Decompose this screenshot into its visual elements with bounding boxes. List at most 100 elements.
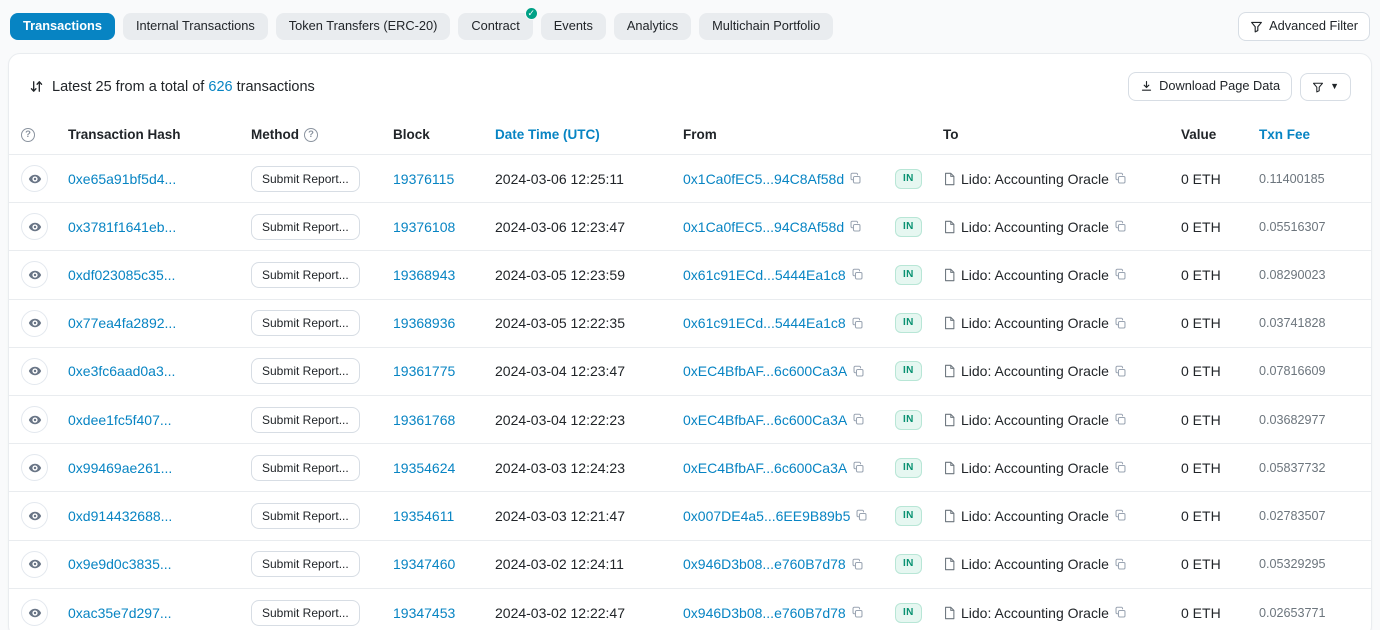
- tab-analytics[interactable]: Analytics: [614, 13, 691, 40]
- value-amount: 0 ETH: [1181, 508, 1221, 524]
- direction-in-badge: IN: [895, 506, 922, 526]
- from-address-link[interactable]: 0x946D3b08...e760B7d78: [683, 556, 846, 572]
- datetime-value: 2024-03-02 12:24:11: [495, 556, 624, 572]
- transaction-hash-link[interactable]: 0xdf023085c35...: [68, 267, 175, 283]
- preview-transaction-button[interactable]: [21, 551, 48, 578]
- to-contract-name[interactable]: Lido: Accounting Oracle: [961, 315, 1109, 331]
- copy-to-address-icon[interactable]: [1114, 220, 1127, 233]
- from-address-link[interactable]: 0x007DE4a5...6EE9B89b5: [683, 508, 850, 524]
- from-address-link[interactable]: 0xEC4BfbAF...6c600Ca3A: [683, 363, 847, 379]
- table-row: 0x3781f1641eb... Submit Report... 193761…: [9, 203, 1371, 251]
- value-amount: 0 ETH: [1181, 412, 1221, 428]
- preview-transaction-button[interactable]: [21, 213, 48, 240]
- txn-fee-value: 0.02783507: [1259, 509, 1326, 523]
- tab-transactions[interactable]: Transactions: [10, 13, 115, 40]
- block-number-link[interactable]: 19376115: [393, 171, 454, 187]
- block-number-link[interactable]: 19347453: [393, 605, 455, 621]
- copy-to-address-icon[interactable]: [1114, 606, 1127, 619]
- method-badge: Submit Report...: [251, 262, 360, 288]
- transaction-hash-link[interactable]: 0xe3fc6aad0a3...: [68, 363, 175, 379]
- copy-from-address-icon[interactable]: [851, 268, 864, 281]
- tab-events[interactable]: Events: [541, 13, 606, 40]
- tab-internal-transactions[interactable]: Internal Transactions: [123, 13, 268, 40]
- copy-from-address-icon[interactable]: [851, 558, 864, 571]
- to-contract-name[interactable]: Lido: Accounting Oracle: [961, 171, 1109, 187]
- copy-from-address-icon[interactable]: [852, 413, 865, 426]
- copy-from-address-icon[interactable]: [851, 606, 864, 619]
- transaction-hash-link[interactable]: 0xac35e7d297...: [68, 605, 172, 621]
- advanced-filter-button[interactable]: Advanced Filter: [1238, 12, 1370, 41]
- tab-contract[interactable]: Contract ✓: [458, 13, 532, 40]
- table-filter-dropdown[interactable]: ▼: [1300, 73, 1351, 101]
- copy-to-address-icon[interactable]: [1114, 172, 1127, 185]
- transaction-hash-link[interactable]: 0x99469ae261...: [68, 460, 172, 476]
- contract-file-icon: [943, 220, 956, 234]
- preview-transaction-button[interactable]: [21, 165, 48, 192]
- help-icon: ?: [21, 128, 35, 142]
- copy-to-address-icon[interactable]: [1114, 268, 1127, 281]
- from-address-link[interactable]: 0x1Ca0fEC5...94C8Af58d: [683, 171, 844, 187]
- datetime-value: 2024-03-06 12:23:47: [495, 219, 625, 235]
- copy-to-address-icon[interactable]: [1114, 317, 1127, 330]
- copy-from-address-icon[interactable]: [855, 509, 868, 522]
- transaction-hash-link[interactable]: 0xe65a91bf5d4...: [68, 171, 176, 187]
- from-address-link[interactable]: 0xEC4BfbAF...6c600Ca3A: [683, 412, 847, 428]
- copy-from-address-icon[interactable]: [849, 172, 862, 185]
- table-row: 0xd914432688... Submit Report... 1935461…: [9, 492, 1371, 540]
- to-contract-name[interactable]: Lido: Accounting Oracle: [961, 508, 1109, 524]
- col-datetime-sort[interactable]: Date Time (UTC): [495, 127, 600, 142]
- col-txn-fee-sort[interactable]: Txn Fee: [1259, 127, 1310, 142]
- preview-transaction-button[interactable]: [21, 502, 48, 529]
- copy-to-address-icon[interactable]: [1114, 365, 1127, 378]
- preview-transaction-button[interactable]: [21, 261, 48, 288]
- copy-from-address-icon[interactable]: [851, 317, 864, 330]
- block-number-link[interactable]: 19354611: [393, 508, 454, 524]
- eye-icon: [28, 172, 42, 186]
- to-contract-name[interactable]: Lido: Accounting Oracle: [961, 412, 1109, 428]
- block-number-link[interactable]: 19347460: [393, 556, 455, 572]
- datetime-value: 2024-03-05 12:22:35: [495, 315, 625, 331]
- preview-transaction-button[interactable]: [21, 310, 48, 337]
- block-number-link[interactable]: 19368936: [393, 315, 455, 331]
- from-address-link[interactable]: 0x61c91ECd...5444Ea1c8: [683, 267, 846, 283]
- total-transactions-link[interactable]: 626: [208, 79, 232, 95]
- value-amount: 0 ETH: [1181, 219, 1221, 235]
- copy-to-address-icon[interactable]: [1114, 413, 1127, 426]
- to-contract-name[interactable]: Lido: Accounting Oracle: [961, 605, 1109, 621]
- tab-multichain-portfolio[interactable]: Multichain Portfolio: [699, 13, 833, 40]
- contract-file-icon: [943, 413, 956, 427]
- to-contract-name[interactable]: Lido: Accounting Oracle: [961, 460, 1109, 476]
- to-contract-name[interactable]: Lido: Accounting Oracle: [961, 219, 1109, 235]
- download-page-data-button[interactable]: Download Page Data: [1128, 72, 1292, 101]
- transaction-hash-link[interactable]: 0x3781f1641eb...: [68, 219, 176, 235]
- copy-to-address-icon[interactable]: [1114, 461, 1127, 474]
- copy-from-address-icon[interactable]: [849, 220, 862, 233]
- preview-transaction-button[interactable]: [21, 599, 48, 626]
- from-address-link[interactable]: 0xEC4BfbAF...6c600Ca3A: [683, 460, 847, 476]
- preview-transaction-button[interactable]: [21, 358, 48, 385]
- method-badge: Submit Report...: [251, 455, 360, 481]
- preview-transaction-button[interactable]: [21, 454, 48, 481]
- tab-token-transfers[interactable]: Token Transfers (ERC-20): [276, 13, 451, 40]
- to-contract-name[interactable]: Lido: Accounting Oracle: [961, 363, 1109, 379]
- datetime-value: 2024-03-02 12:22:47: [495, 605, 625, 621]
- to-contract-name[interactable]: Lido: Accounting Oracle: [961, 556, 1109, 572]
- copy-to-address-icon[interactable]: [1114, 509, 1127, 522]
- block-number-link[interactable]: 19354624: [393, 460, 455, 476]
- copy-from-address-icon[interactable]: [852, 365, 865, 378]
- block-number-link[interactable]: 19376108: [393, 219, 455, 235]
- from-address-link[interactable]: 0x946D3b08...e760B7d78: [683, 605, 846, 621]
- block-number-link[interactable]: 19368943: [393, 267, 455, 283]
- block-number-link[interactable]: 19361775: [393, 363, 455, 379]
- from-address-link[interactable]: 0x61c91ECd...5444Ea1c8: [683, 315, 846, 331]
- block-number-link[interactable]: 19361768: [393, 412, 455, 428]
- copy-from-address-icon[interactable]: [852, 461, 865, 474]
- copy-to-address-icon[interactable]: [1114, 558, 1127, 571]
- transaction-hash-link[interactable]: 0xdee1fc5f407...: [68, 412, 172, 428]
- transaction-hash-link[interactable]: 0x77ea4fa2892...: [68, 315, 176, 331]
- preview-transaction-button[interactable]: [21, 406, 48, 433]
- transaction-hash-link[interactable]: 0xd914432688...: [68, 508, 172, 524]
- from-address-link[interactable]: 0x1Ca0fEC5...94C8Af58d: [683, 219, 844, 235]
- to-contract-name[interactable]: Lido: Accounting Oracle: [961, 267, 1109, 283]
- transaction-hash-link[interactable]: 0x9e9d0c3835...: [68, 556, 172, 572]
